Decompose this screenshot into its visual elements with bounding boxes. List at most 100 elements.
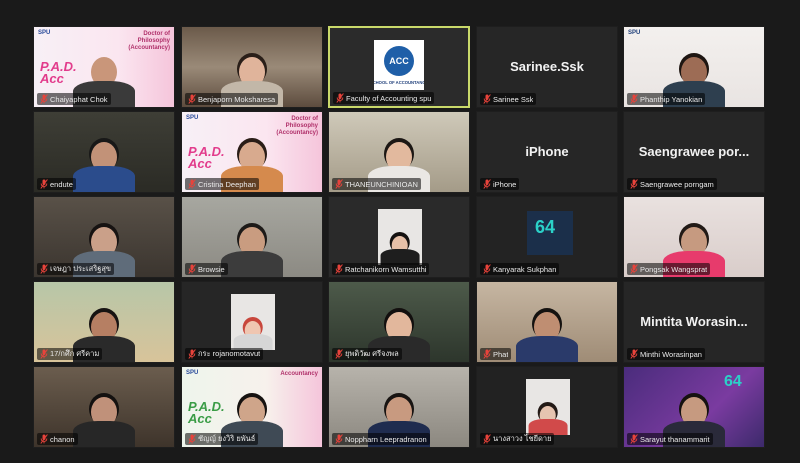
school-logo: ACC SCHOOL OF ACCOUNTANCY bbox=[370, 40, 428, 90]
muted-mic-icon bbox=[630, 434, 638, 444]
participant-tile[interactable]: กระ rojanomotavut bbox=[181, 281, 323, 363]
participant-tile[interactable]: เจษฎา ประเสริฐสุข bbox=[33, 196, 175, 278]
muted-mic-icon bbox=[40, 264, 48, 274]
participant-name-label: endute bbox=[37, 178, 76, 190]
participant-name-label: ยุพดิวัฒ ศรีจงพล bbox=[332, 348, 402, 360]
participant-name-label: เจษฎา ประเสริฐสุข bbox=[37, 263, 115, 275]
participant-name-label: นางสาวง ไชยีดาย bbox=[480, 433, 555, 445]
participant-name-label: Faculty of Accounting spu bbox=[333, 92, 435, 104]
muted-mic-icon bbox=[188, 264, 196, 274]
participant-tile[interactable]: ACC SCHOOL OF ACCOUNTANCY Faculty of Accou… bbox=[328, 26, 470, 108]
spu-logo: SPU bbox=[38, 30, 51, 36]
participant-tile[interactable]: SPU Accountancy P.A.D. Acc ชัญญ์ ยงวิริ ยพั… bbox=[181, 366, 323, 448]
participant-name: กระ rojanomotavut bbox=[198, 349, 261, 358]
participant-name: Chaiyaphat Chok bbox=[50, 94, 108, 104]
participant-tile[interactable]: THANEUNCHINIOAN bbox=[328, 111, 470, 193]
participant-name-label: ชัญญ์ ยงวิริ ยพันธ์ bbox=[185, 433, 259, 445]
participant-name: เจษฎา ประเสริฐสุข bbox=[50, 264, 112, 273]
muted-mic-icon bbox=[40, 349, 48, 359]
participant-tile[interactable]: Browsie bbox=[181, 196, 323, 278]
participant-name: Browsie bbox=[198, 264, 225, 274]
participant-name-label: chanon bbox=[37, 433, 78, 445]
muted-mic-icon bbox=[630, 179, 638, 189]
banner-acc: Accountancy bbox=[280, 371, 318, 377]
participant-name: ชัญญ์ ยงวิริ ยพันธ์ bbox=[198, 434, 256, 443]
participant-tile[interactable]: SPU Doctor of Philosophy (Accountancy) P.A… bbox=[181, 111, 323, 193]
participant-video bbox=[380, 226, 420, 265]
participant-tile[interactable]: Pongsak Wangsprat bbox=[623, 196, 765, 278]
participant-display-name: Sarinee.Ssk bbox=[510, 59, 584, 74]
participant-name-label: Benjaporn Moksharesa bbox=[185, 93, 279, 105]
participant-tile[interactable]: SPU Doctor of Philosophy (Accountancy) P.A… bbox=[33, 26, 175, 108]
participant-name-label: Sarinee Ssk bbox=[480, 93, 537, 105]
participant-name-label: Minthi Worasinpan bbox=[627, 348, 705, 360]
participant-name: chanon bbox=[50, 434, 75, 444]
participant-name: Phat bbox=[493, 349, 509, 359]
participant-video bbox=[516, 302, 578, 362]
participant-name: Ratchanikorn Wamsutthi bbox=[345, 264, 427, 274]
participant-name: Benjaporn Moksharesa bbox=[198, 94, 276, 104]
participant-tile[interactable]: Benjaporn Moksharesa bbox=[181, 26, 323, 108]
muted-mic-icon bbox=[483, 349, 491, 359]
muted-mic-icon bbox=[630, 264, 638, 274]
participant-name: Sarayut thanammarit bbox=[640, 434, 710, 444]
participant-tile[interactable]: 64 Sarayut thanammarit bbox=[623, 366, 765, 448]
muted-mic-icon bbox=[335, 434, 343, 444]
participant-name-label: Sarayut thanammarit bbox=[627, 433, 713, 445]
muted-mic-icon bbox=[188, 94, 196, 104]
participant-name-label: iPhone bbox=[480, 178, 520, 190]
participant-tile[interactable]: SPU Phanthip Yanokian bbox=[623, 26, 765, 108]
participant-tile[interactable]: 17/กศึก ศรีคาม bbox=[33, 281, 175, 363]
logo-subtext: SCHOOL OF ACCOUNTANCY bbox=[374, 80, 424, 85]
muted-mic-icon bbox=[188, 434, 196, 444]
participant-tile[interactable]: Phat bbox=[476, 281, 618, 363]
participant-name: Noppharn Leepradranon bbox=[345, 434, 427, 444]
muted-mic-icon bbox=[40, 179, 48, 189]
participant-name-label: Phat bbox=[480, 348, 512, 360]
anniversary-number: 64 bbox=[535, 217, 556, 237]
muted-mic-icon bbox=[335, 349, 343, 359]
participant-video bbox=[73, 132, 135, 192]
participant-tile[interactable]: Ratchanikorn Wamsutthi bbox=[328, 196, 470, 278]
participant-name: 17/กศึก ศรีคาม bbox=[50, 349, 100, 358]
participant-tile[interactable]: chanon bbox=[33, 366, 175, 448]
participant-tile[interactable]: Saengrawee por... Saengrawee porngam bbox=[623, 111, 765, 193]
muted-mic-icon bbox=[483, 264, 491, 274]
muted-mic-icon bbox=[630, 94, 638, 104]
participant-name: Saengrawee porngam bbox=[640, 179, 714, 189]
muted-mic-icon bbox=[335, 179, 343, 189]
participant-name: Phanthip Yanokian bbox=[640, 94, 703, 104]
muted-mic-icon bbox=[483, 94, 491, 104]
participant-name-label: Phanthip Yanokian bbox=[627, 93, 706, 105]
participant-tile[interactable]: iPhone iPhone bbox=[476, 111, 618, 193]
participant-name-label: Cristina Deephan bbox=[185, 178, 259, 190]
participant-display-name: Saengrawee por... bbox=[638, 144, 750, 159]
participant-name: Pongsak Wangsprat bbox=[640, 264, 708, 274]
spu-logo: SPU bbox=[186, 115, 199, 121]
muted-mic-icon bbox=[630, 349, 638, 359]
participant-video bbox=[233, 311, 273, 350]
participant-name-label: Chaiyaphat Chok bbox=[37, 93, 111, 105]
participant-video bbox=[221, 217, 283, 277]
participant-tile[interactable]: Noppharn Leepradranon bbox=[328, 366, 470, 448]
participant-display-name: iPhone bbox=[525, 144, 569, 159]
participant-tile[interactable]: 64 Kanyarak Sukphan bbox=[476, 196, 618, 278]
participant-name-label: Kanyarak Sukphan bbox=[480, 263, 560, 275]
participant-name-label: THANEUNCHINIOAN bbox=[332, 178, 421, 190]
profile-photo bbox=[526, 379, 570, 435]
participant-tile[interactable]: Sarinee.Ssk Sarinee Ssk bbox=[476, 26, 618, 108]
muted-mic-icon bbox=[40, 94, 48, 104]
participant-display-name: Mintita Worasin... bbox=[640, 314, 748, 329]
anniversary-number: 64 bbox=[724, 373, 742, 390]
participant-tile[interactable]: ยุพดิวัฒ ศรีจงพล bbox=[328, 281, 470, 363]
video-grid: SPU Doctor of Philosophy (Accountancy) P.A… bbox=[0, 0, 800, 463]
participant-tile[interactable]: นางสาวง ไชยีดาย bbox=[476, 366, 618, 448]
participant-tile[interactable]: endute bbox=[33, 111, 175, 193]
spu-logo: SPU bbox=[186, 370, 199, 376]
participant-name-label: กระ rojanomotavut bbox=[185, 348, 264, 360]
muted-mic-icon bbox=[336, 93, 344, 103]
participant-name-label: Ratchanikorn Wamsutthi bbox=[332, 263, 430, 275]
participant-tile[interactable]: Mintita Worasin... Minthi Worasinpan bbox=[623, 281, 765, 363]
participant-name: endute bbox=[50, 179, 73, 189]
profile-photo bbox=[231, 294, 275, 350]
